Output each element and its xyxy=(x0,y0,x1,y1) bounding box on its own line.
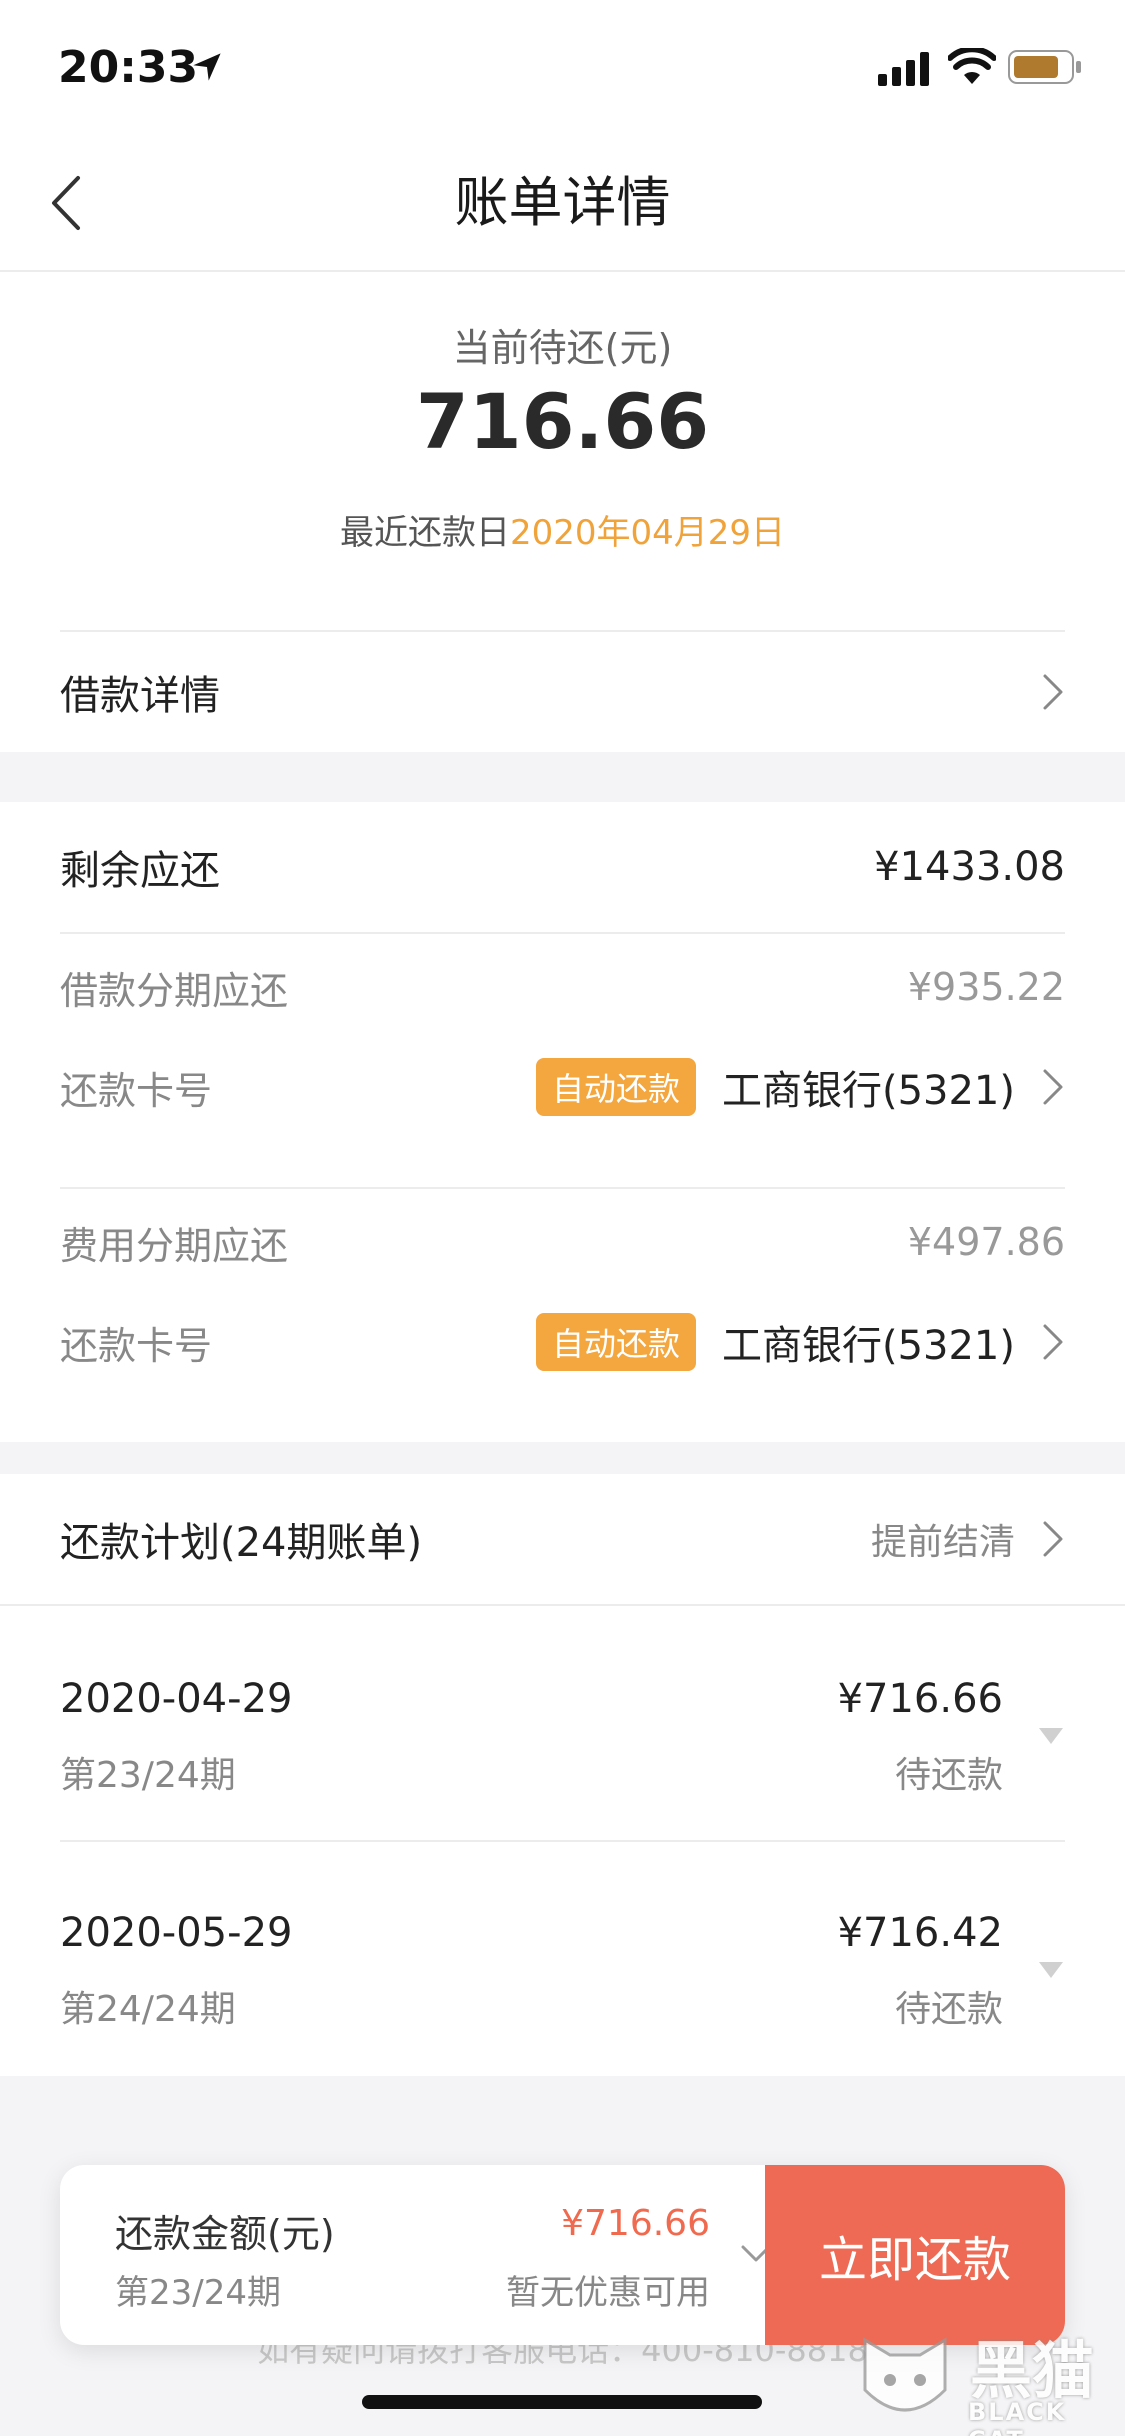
watermark-text-en: BLACK CAT xyxy=(968,2398,1067,2436)
remaining-amount: ¥1433.08 xyxy=(874,844,1065,890)
status-bar: 20:33 xyxy=(0,0,1125,135)
wifi-icon xyxy=(948,48,996,84)
status-time: 20:33 xyxy=(58,42,199,93)
triangle-down-icon xyxy=(1039,1728,1063,1744)
plan-title: 还款计划(24期账单) xyxy=(60,1520,423,1566)
pay-amount-value: ¥716.66 xyxy=(561,2203,710,2244)
bill-summary: 当前待还(元) 716.66 最近还款日2020年04月29日 借款详情 xyxy=(0,272,1125,752)
watermark: 黑猫 BLACK CAT xyxy=(850,2320,1120,2436)
page-title: 账单详情 xyxy=(454,171,671,234)
fee-installment-row: 费用分期应还 ¥497.86 xyxy=(60,1192,1065,1292)
black-cat-logo-icon xyxy=(863,2337,947,2412)
loan-installment-label: 借款分期应还 xyxy=(60,968,289,1013)
chevron-right-icon xyxy=(1043,1324,1063,1360)
loan-detail-row[interactable]: 借款详情 xyxy=(60,632,1065,752)
payment-bar: 还款金额(元) 第23/24期 ¥716.66 暂无优惠可用 立即还款 xyxy=(60,2165,1065,2345)
divider xyxy=(60,1187,1065,1189)
loan-installment-amount: ¥935.22 xyxy=(907,965,1065,1009)
plan-item-status: 待还款 xyxy=(894,1989,1003,2030)
loan-card-bank: 工商银行(5321) xyxy=(721,1068,1015,1114)
fee-card-row[interactable]: 还款卡号 自动还款 工商银行(5321) xyxy=(60,1292,1065,1392)
loan-card-label: 还款卡号 xyxy=(60,1068,213,1113)
loan-card-row[interactable]: 还款卡号 自动还款 工商银行(5321) xyxy=(60,1037,1065,1137)
location-arrow-icon xyxy=(193,53,221,81)
discount-status[interactable]: 暂无优惠可用 xyxy=(400,2265,710,2314)
nav-bar: 账单详情 xyxy=(0,135,1125,272)
chevron-right-icon xyxy=(1043,1069,1063,1105)
auto-repay-badge: 自动还款 xyxy=(535,1058,696,1116)
fee-installment-amount: ¥497.86 xyxy=(907,1220,1065,1264)
divider xyxy=(60,1840,1065,1842)
fee-installment-label: 费用分期应还 xyxy=(60,1223,289,1268)
pay-amount-label: 还款金额(元) xyxy=(115,2212,335,2256)
loan-detail-label: 借款详情 xyxy=(60,673,220,719)
chevron-right-icon xyxy=(1043,674,1063,710)
plan-list-item[interactable]: 2020-05-29 第24/24期 ¥716.42 待还款 xyxy=(60,1880,1065,2080)
screen: 20:33 账单详情 当前待还(元) 716.66 最近还款日2020年04月2… xyxy=(0,0,1125,2436)
repayment-plan-section: 还款计划(24期账单) 提前结清 2020-04-29 第23/24期 ¥716… xyxy=(0,1474,1125,2076)
current-due-label: 当前待还(元) xyxy=(452,326,673,370)
plan-list-item[interactable]: 2020-04-29 第23/24期 ¥716.66 待还款 xyxy=(60,1646,1065,1846)
remaining-label: 剩余应还 xyxy=(60,848,220,894)
watermark-text-cn: 黑猫 xyxy=(970,2334,1095,2407)
fee-card-label: 还款卡号 xyxy=(60,1323,213,1368)
divider xyxy=(0,1604,1125,1606)
plan-item-period: 第23/24期 xyxy=(60,1755,236,1796)
recent-due-date: 最近还款日2020年04月29日 xyxy=(0,505,1125,554)
plan-item-status: 待还款 xyxy=(894,1755,1003,1796)
plan-item-date: 2020-04-29 xyxy=(60,1676,293,1722)
remaining-row: 剩余应还 ¥1433.08 xyxy=(60,802,1065,932)
triangle-down-icon xyxy=(1039,1962,1063,1978)
auto-repay-badge: 自动还款 xyxy=(535,1313,696,1371)
fee-card-bank: 工商银行(5321) xyxy=(721,1323,1015,1369)
cellular-signal-icon xyxy=(878,52,929,86)
plan-header-row[interactable]: 还款计划(24期账单) 提前结清 xyxy=(60,1474,1065,1604)
battery-icon xyxy=(1008,50,1081,84)
recent-due-label: 最近还款日 xyxy=(339,513,510,553)
pay-now-button[interactable]: 立即还款 xyxy=(765,2165,1065,2345)
plan-item-period: 第24/24期 xyxy=(60,1989,236,2030)
current-due-amount: 716.66 xyxy=(415,377,710,466)
plan-item-amount: ¥716.42 xyxy=(837,1910,1003,1956)
early-settle-link[interactable]: 提前结清 xyxy=(871,1513,1015,1565)
pay-period: 第23/24期 xyxy=(115,2273,281,2313)
plan-item-date: 2020-05-29 xyxy=(60,1910,293,1956)
plan-item-amount: ¥716.66 xyxy=(837,1676,1003,1722)
loan-installment-row: 借款分期应还 ¥935.22 xyxy=(60,937,1065,1037)
home-indicator xyxy=(362,2395,762,2409)
remaining-section: 剩余应还 ¥1433.08 借款分期应还 ¥935.22 还款卡号 自动还款 工… xyxy=(0,802,1125,1442)
divider xyxy=(60,932,1065,934)
chevron-right-icon xyxy=(1043,1521,1063,1557)
recent-due-value: 2020年04月29日 xyxy=(509,513,786,553)
